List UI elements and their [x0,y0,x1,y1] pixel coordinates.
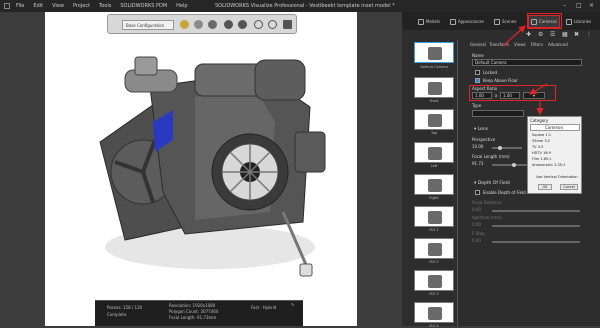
annotation-arrows [502,25,548,116]
